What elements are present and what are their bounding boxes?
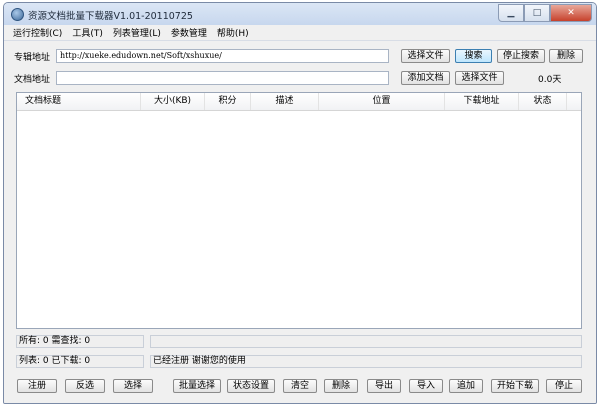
table-header: 文档标题 大小(KB) 积分 描述 位置 下载地址 状态: [17, 93, 581, 111]
col-size[interactable]: 大小(KB): [141, 93, 205, 110]
add-doc-button[interactable]: 添加文档: [401, 71, 450, 85]
title-bar[interactable]: 资源文档批量下载器V1.01-20110725 ▁ □ ✕: [4, 3, 596, 25]
stop-search-button[interactable]: 停止搜索: [497, 49, 545, 63]
menu-run-control[interactable]: 运行控制(C): [13, 26, 62, 39]
col-title[interactable]: 文档标题: [17, 93, 141, 110]
choose-file-button-2[interactable]: 选择文件: [455, 71, 504, 85]
clear-button[interactable]: 清空: [283, 379, 317, 393]
stop-button[interactable]: 停止: [546, 379, 582, 393]
progress-bar: [150, 335, 582, 348]
menu-list-manage[interactable]: 列表管理(L): [113, 26, 161, 39]
album-url-label: 专辑地址: [14, 53, 51, 63]
status-list: 列表: 0 已下载: 0: [16, 355, 144, 368]
delete-url-button[interactable]: 删除: [549, 49, 583, 63]
register-button[interactable]: 注册: [17, 379, 57, 393]
batch-select-button[interactable]: 批量选择: [173, 379, 221, 393]
start-download-button[interactable]: 开始下载: [491, 379, 539, 393]
maximize-button[interactable]: □: [524, 4, 550, 22]
minimize-button[interactable]: ▁: [498, 4, 524, 22]
choose-file-button-1[interactable]: 选择文件: [401, 49, 450, 63]
menu-params[interactable]: 参数管理: [171, 26, 207, 39]
status-all: 所有: 0 需查找: 0: [16, 335, 144, 348]
delete-button[interactable]: 删除: [324, 379, 358, 393]
status-registration: 已经注册 谢谢您的使用: [150, 355, 582, 368]
app-window: 资源文档批量下载器V1.01-20110725 ▁ □ ✕ 运行控制(C) 工具…: [3, 2, 597, 404]
menu-bar: 运行控制(C) 工具(T) 列表管理(L) 参数管理 帮助(H): [4, 25, 596, 41]
append-button[interactable]: 追加: [449, 379, 483, 393]
col-points[interactable]: 积分: [205, 93, 251, 110]
col-location[interactable]: 位置: [319, 93, 445, 110]
export-button[interactable]: 导出: [367, 379, 401, 393]
window-controls: ▁ □ ✕: [498, 4, 592, 22]
col-download-url[interactable]: 下载地址: [445, 93, 519, 110]
status-settings-button[interactable]: 状态设置: [227, 379, 275, 393]
col-description[interactable]: 描述: [251, 93, 319, 110]
invert-select-button[interactable]: 反选: [65, 379, 105, 393]
menu-help[interactable]: 帮助(H): [217, 26, 249, 39]
menu-tools[interactable]: 工具(T): [72, 26, 103, 39]
days-value: 0.0天: [538, 75, 562, 85]
import-button[interactable]: 导入: [409, 379, 443, 393]
document-table[interactable]: 文档标题 大小(KB) 积分 描述 位置 下载地址 状态: [16, 92, 582, 329]
close-button[interactable]: ✕: [550, 4, 592, 22]
client-area: 专辑地址 http://xueke.edudown.net/Soft/xshux…: [4, 41, 596, 403]
doc-url-input[interactable]: [56, 71, 389, 85]
search-button[interactable]: 搜索: [455, 49, 492, 63]
app-icon: [11, 8, 24, 21]
doc-url-label: 文档地址: [14, 75, 51, 85]
window-title: 资源文档批量下载器V1.01-20110725: [28, 11, 193, 22]
select-button[interactable]: 选择: [113, 379, 153, 393]
col-status[interactable]: 状态: [519, 93, 567, 110]
album-url-input[interactable]: http://xueke.edudown.net/Soft/xshuxue/: [56, 49, 389, 63]
